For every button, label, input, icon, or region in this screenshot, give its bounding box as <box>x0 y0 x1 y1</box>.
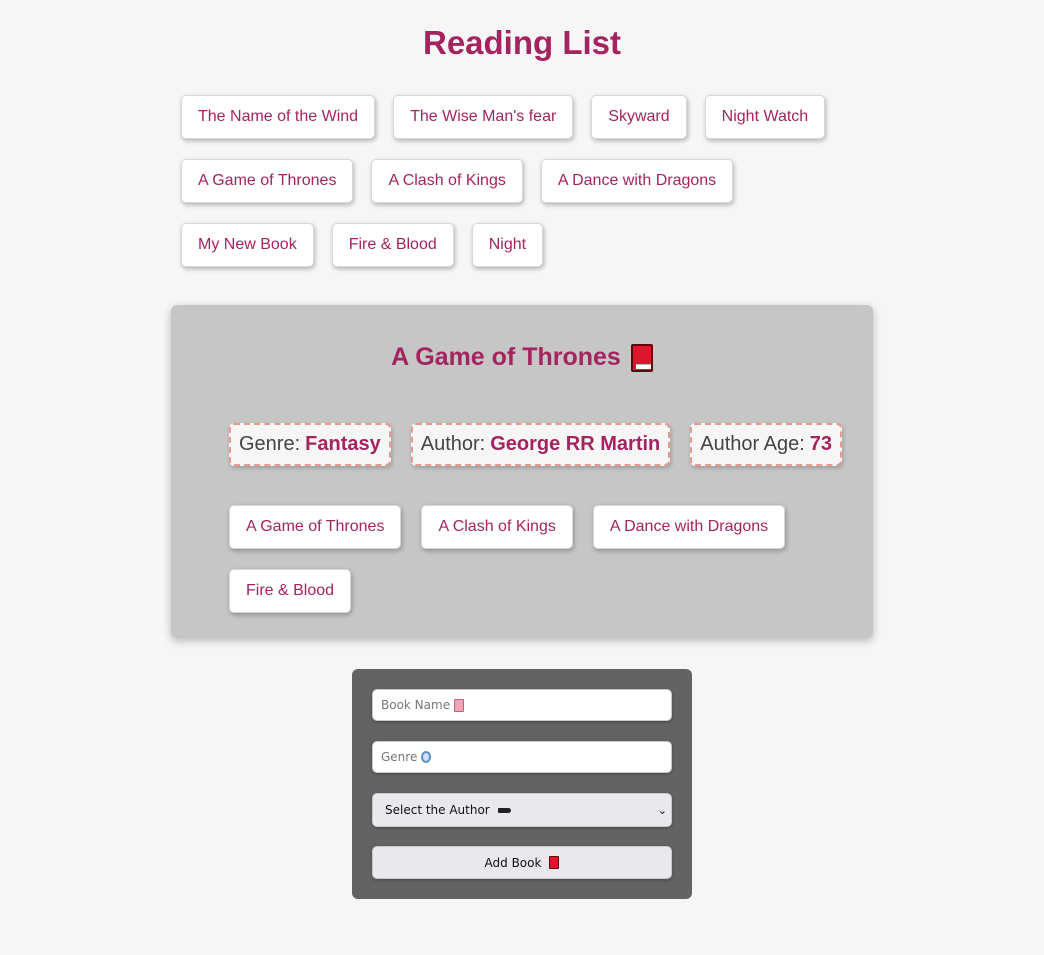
add-book-label: Add Book <box>484 855 542 870</box>
add-book-form: Book Name Genre Select the Author ⌄ Add … <box>352 669 692 899</box>
book-button[interactable]: My New Book <box>181 223 314 267</box>
author-label: Author: <box>420 433 486 455</box>
red-book-icon <box>630 343 653 372</box>
book-button[interactable]: The Wise Man's fear <box>393 95 574 139</box>
book-button[interactable]: Night <box>471 223 544 267</box>
author-age-chip: Author Age: 73 <box>690 423 843 466</box>
add-book-button[interactable]: Add Book <box>372 846 672 879</box>
author-chip: Author: George RR Martin <box>410 423 671 466</box>
book-details-panel: A Game of Thrones Genre: Fantasy Author:… <box>171 305 873 638</box>
genre-value: Fantasy <box>305 433 381 455</box>
book-button[interactable]: The Name of the Wind <box>181 95 376 139</box>
related-book-button[interactable]: A Game of Thrones <box>229 505 402 549</box>
author-select-label: Select the Author <box>385 803 490 817</box>
book-info-row: Genre: Fantasy Author: George RR Martin … <box>229 423 843 466</box>
related-book-button[interactable]: A Dance with Dragons <box>592 505 786 549</box>
book-icon <box>454 698 465 712</box>
red-book-icon <box>549 856 560 869</box>
book-button[interactable]: Night Watch <box>704 95 826 139</box>
book-button[interactable]: A Game of Thrones <box>181 159 354 203</box>
related-book-button[interactable]: A Clash of Kings <box>421 505 573 549</box>
pen-icon <box>497 808 511 813</box>
genre-input[interactable]: Genre <box>372 741 672 773</box>
book-name-placeholder: Book Name <box>381 698 451 712</box>
book-button[interactable]: A Dance with Dragons <box>540 159 734 203</box>
author-value: George RR Martin <box>490 433 661 455</box>
author-select[interactable]: Select the Author ⌄ <box>372 793 672 827</box>
related-books-list: A Game of Thrones A Clash of Kings A Dan… <box>229 505 829 613</box>
author-age-value: 73 <box>809 433 833 455</box>
author-select-value: Select the Author <box>385 803 511 817</box>
book-list: The Name of the Wind The Wise Man's fear… <box>181 95 861 267</box>
book-name-input[interactable]: Book Name <box>372 689 672 721</box>
book-button[interactable]: Skyward <box>591 95 687 139</box>
related-book-button[interactable]: Fire & Blood <box>229 569 352 613</box>
genre-placeholder: Genre <box>381 750 418 764</box>
gem-icon <box>421 751 432 763</box>
book-button[interactable]: A Clash of Kings <box>371 159 523 203</box>
book-button[interactable]: Fire & Blood <box>331 223 454 267</box>
genre-chip: Genre: Fantasy <box>229 423 391 466</box>
genre-label: Genre: <box>239 433 301 455</box>
details-title: A Game of Thrones <box>391 343 621 371</box>
author-age-label: Author Age: <box>700 433 805 455</box>
chevron-down-icon: ⌄ <box>657 803 667 817</box>
page-title: Reading List <box>422 24 622 61</box>
details-title-row: A Game of Thrones <box>171 343 873 372</box>
